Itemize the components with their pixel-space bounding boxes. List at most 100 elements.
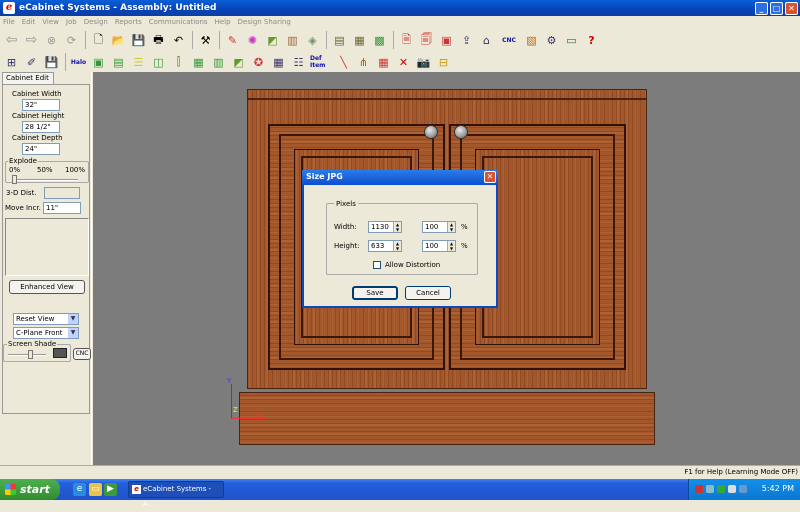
panel-icon[interactable]: ◈	[303, 31, 322, 50]
wall-cabinet-icon[interactable]: ▤	[109, 53, 128, 72]
height-pixels-spinner[interactable]: ▲ ▼	[393, 241, 401, 251]
color-wheel-icon[interactable]: ✺	[243, 31, 262, 50]
toe-kick-icon[interactable]: ▥	[209, 53, 228, 72]
c-plane-select[interactable]: C-Plane Front ▼	[13, 327, 79, 339]
report-list-icon[interactable]: ▣	[437, 31, 456, 50]
list-icon[interactable]: ☷	[289, 53, 308, 72]
halo-icon[interactable]: Halo	[69, 53, 88, 72]
menu-view[interactable]: View	[42, 18, 59, 26]
cabinet-icon[interactable]: ▤	[330, 31, 349, 50]
report-money-icon[interactable]: 🗐	[417, 31, 436, 50]
enhanced-view-button[interactable]: Enhanced View	[9, 280, 85, 294]
grid-icon[interactable]: ▩	[370, 31, 389, 50]
height-pixels-input[interactable]: 633 ▲ ▼	[368, 240, 402, 252]
report-icon[interactable]: 🗎	[397, 31, 416, 50]
cnc-button[interactable]: CNC	[73, 348, 91, 360]
folder-icon[interactable]: ▭	[89, 483, 102, 496]
menu-design-sharing[interactable]: Design Sharing	[238, 18, 291, 26]
cabinet-height-field[interactable]: 28 1/2"	[22, 121, 60, 133]
monitor-icon[interactable]: ▭	[562, 31, 581, 50]
def-item-icon[interactable]: Def Item	[309, 53, 333, 72]
minimize-button[interactable]: _	[755, 1, 768, 15]
tray-icon-1[interactable]	[695, 485, 703, 493]
explode-slider-track[interactable]	[12, 179, 78, 181]
menu-help[interactable]: Help	[215, 18, 231, 26]
explode-slider-thumb[interactable]	[12, 175, 17, 184]
network-icon[interactable]: ⌂	[477, 31, 496, 50]
drawer-icon[interactable]: ☰	[129, 53, 148, 72]
width-pixels-value: 1130	[371, 223, 389, 231]
camera-icon[interactable]: 📷	[414, 53, 433, 72]
draw-line-icon[interactable]: ╲	[334, 53, 353, 72]
dimensions-icon[interactable]: ⊟	[434, 53, 453, 72]
height-percent-spinner[interactable]: ▲ ▼	[447, 241, 455, 251]
screen-shade-slider-thumb[interactable]	[28, 350, 33, 359]
height-percent-input[interactable]: 100 ▲ ▼	[422, 240, 456, 252]
tray-icon-2[interactable]	[706, 485, 714, 493]
start-button[interactable]: start	[0, 479, 60, 500]
menu-job[interactable]: Job	[66, 18, 77, 26]
tray-icon-4[interactable]	[728, 485, 736, 493]
wizard-icon[interactable]: ✪	[249, 53, 268, 72]
back-arrow-icon[interactable]: ⇦	[2, 31, 21, 50]
cnc-icon[interactable]: CNC	[497, 31, 521, 50]
dialog-close-icon[interactable]: ✕	[484, 171, 496, 183]
menu-communications[interactable]: Communications	[149, 18, 208, 26]
new-document-icon[interactable]: 🗋	[89, 31, 108, 50]
menu-design[interactable]: Design	[84, 18, 108, 26]
corner-cabinet-icon[interactable]: ◩	[229, 53, 248, 72]
3d-dist-field[interactable]	[44, 187, 80, 199]
settings-icon[interactable]: ⚙	[542, 31, 561, 50]
maximize-button[interactable]: □	[770, 1, 783, 15]
divider-icon[interactable]: ⫿	[169, 53, 188, 72]
cabinet-depth-field[interactable]: 24"	[22, 143, 60, 155]
cabinet-view-icon[interactable]: ◩	[263, 31, 282, 50]
width-pixels-input[interactable]: 1130 ▲ ▼	[368, 221, 402, 233]
parts-grid-icon[interactable]: ▦	[374, 53, 393, 72]
help-icon[interactable]: ?	[582, 31, 601, 50]
face-frame-icon[interactable]: ▦	[189, 53, 208, 72]
menu-edit[interactable]: Edit	[22, 18, 36, 26]
stop-icon[interactable]: ⊗	[42, 31, 61, 50]
print-icon[interactable]: 🖶	[149, 31, 168, 50]
ie-icon[interactable]: e	[73, 483, 86, 496]
width-percent-input[interactable]: 100 ▲ ▼	[422, 221, 456, 233]
tray-icon-3[interactable]	[717, 485, 725, 493]
tab-cabinet-edit[interactable]: Cabinet Edit	[2, 72, 54, 84]
save-cabinet-icon[interactable]: 💾	[42, 53, 61, 72]
grid-view-icon[interactable]: ⊞	[2, 53, 21, 72]
delete-icon[interactable]: ✕	[394, 53, 413, 72]
speaker-icon[interactable]	[739, 485, 747, 493]
shade-swatch[interactable]	[53, 348, 67, 358]
reset-view-select[interactable]: Reset View ▼	[13, 313, 79, 325]
move-incr-field[interactable]: 11"	[43, 202, 81, 214]
cabinet-width-field[interactable]: 32"	[22, 99, 60, 111]
refresh-icon[interactable]: ⟳	[62, 31, 81, 50]
cabinet-open-icon[interactable]: ▦	[350, 31, 369, 50]
save-button[interactable]: Save	[352, 286, 398, 300]
task-ecabinet[interactable]: e eCabinet Systems - A...	[128, 481, 224, 508]
edit-folder-icon[interactable]: ✐	[22, 53, 41, 72]
width-percent-spinner[interactable]: ▲ ▼	[447, 222, 455, 232]
close-button[interactable]: ✕	[785, 1, 798, 15]
media-icon[interactable]: ▶	[104, 483, 117, 496]
undo-icon[interactable]: ↶	[169, 31, 188, 50]
palette-icon[interactable]: ▧	[522, 31, 541, 50]
shelf-icon[interactable]: ◫	[149, 53, 168, 72]
tools-icon[interactable]: ⚒	[196, 31, 215, 50]
open-folder-icon[interactable]: 📂	[109, 31, 128, 50]
menu-reports[interactable]: Reports	[115, 18, 142, 26]
door-icon[interactable]: ▥	[283, 31, 302, 50]
base-cabinet-icon[interactable]: ▣	[89, 53, 108, 72]
upload-icon[interactable]: ⇪	[457, 31, 476, 50]
forward-arrow-icon[interactable]: ⇨	[22, 31, 41, 50]
hardware-icon[interactable]: ⋔	[354, 53, 373, 72]
calculator-icon[interactable]: ▦	[269, 53, 288, 72]
allow-distortion-checkbox[interactable]	[373, 261, 381, 269]
menu-file[interactable]: File	[3, 18, 15, 26]
width-pixels-spinner[interactable]: ▲ ▼	[393, 222, 401, 232]
cancel-button[interactable]: Cancel	[405, 286, 451, 300]
paint-icon[interactable]: ✎	[223, 31, 242, 50]
save-icon[interactable]: 💾	[129, 31, 148, 50]
screen-shade-slider-track[interactable]	[8, 354, 46, 356]
